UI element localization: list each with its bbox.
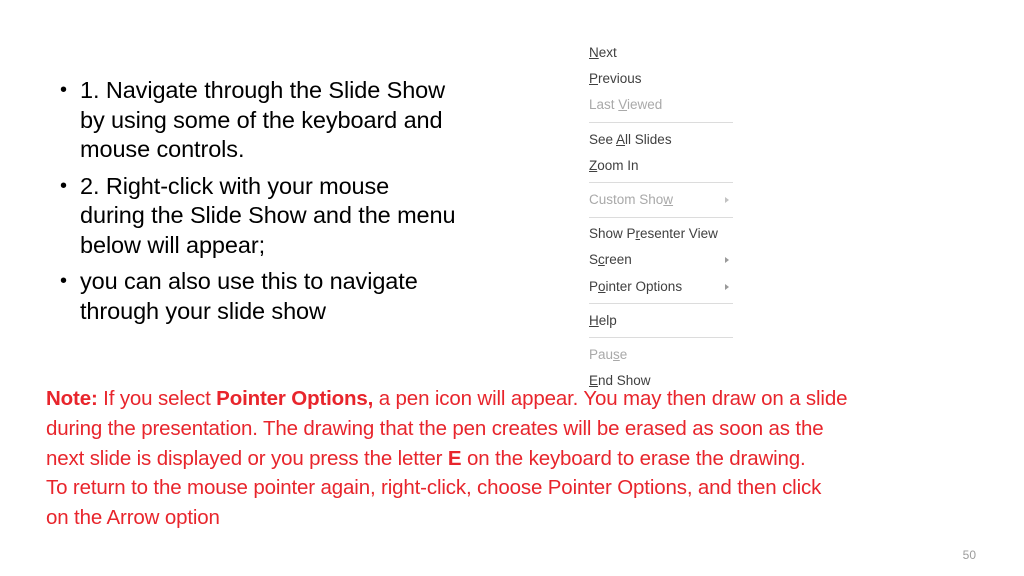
bullet-item: • 1. Navigate through the Slide Show by u… [60, 76, 460, 165]
menu-item-label: Last Viewed [589, 97, 663, 113]
menu-item-last-viewed: Last Viewed [583, 92, 735, 118]
menu-item-custom-show: Custom Show [583, 187, 735, 213]
bullet-glyph-icon: • [60, 174, 67, 197]
menu-item-label: Previous [589, 71, 642, 87]
submenu-arrow-icon [725, 257, 729, 264]
note-line: on the Arrow option [46, 503, 946, 533]
menu-item-label: Help [589, 312, 617, 328]
menu-item-screen[interactable]: Screen [583, 247, 735, 273]
menu-separator [589, 216, 733, 218]
menu-separator [589, 303, 733, 305]
note-text: If you select [97, 387, 217, 410]
bullet-item: • you can also use this to navigate throu… [60, 267, 460, 326]
slide-canvas: • 1. Navigate through the Slide Show by u… [0, 0, 1024, 576]
menu-item-help[interactable]: Help [583, 308, 735, 334]
bullet-text: 1. Navigate through the Slide Show by us… [80, 77, 446, 162]
menu-item-label: Next [589, 45, 617, 60]
note-text: next slide is displayed or you press the… [46, 446, 448, 470]
menu-separator [589, 182, 733, 184]
note-text: during the presentation. The drawing tha… [46, 416, 824, 440]
note-text: on the Arrow option [46, 506, 220, 530]
menu-item-previous[interactable]: Previous [583, 66, 735, 92]
note-text: on the keyboard to erase the drawing. [461, 446, 806, 470]
menu-item-label: Custom Show [589, 191, 674, 207]
note-emphasis: Pointer Options, [216, 387, 374, 410]
note-text: To return to the mouse pointer again, ri… [46, 476, 822, 500]
menu-item-label: Pointer Options [589, 278, 683, 294]
note-line: during the presentation. The drawing tha… [46, 414, 946, 444]
slide-number: 50 [962, 548, 976, 562]
bullet-glyph-icon: • [60, 270, 67, 292]
submenu-arrow-icon [725, 197, 729, 204]
menu-item-pause: Pause [583, 342, 735, 368]
menu-item-label: Show Presenter View [589, 226, 718, 242]
bullet-item: • 2. Right-click with your mouse during t… [60, 172, 460, 261]
slideshow-context-menu[interactable]: Next Previous Last Viewed See All Slides Zoo… [583, 40, 735, 394]
bullet-text: 2. Right-click with your mouse during th… [80, 172, 456, 258]
note-line: next slide is displayed or you press the… [46, 444, 946, 474]
menu-separator [589, 337, 733, 339]
menu-item-zoom-in[interactable]: Zoom In [583, 153, 735, 179]
submenu-arrow-icon [725, 283, 729, 290]
note-line: Note: If you select Pointer Options, a p… [46, 384, 946, 414]
menu-separator [589, 122, 733, 124]
menu-item-label: See All Slides [589, 131, 672, 147]
menu-item-show-presenter-view[interactable]: Show Presenter View [583, 221, 735, 247]
menu-item-see-all-slides[interactable]: See All Slides [583, 127, 735, 153]
note-line: To return to the mouse pointer again, ri… [46, 473, 946, 503]
menu-item-label: Pause [589, 346, 628, 362]
note-text: a pen icon will appear. You may then dra… [373, 387, 848, 410]
menu-item-label: Zoom In [589, 157, 639, 173]
menu-item-next[interactable]: Next [583, 40, 735, 66]
bullet-glyph-icon: • [60, 79, 67, 101]
note-paragraph: Note: If you select Pointer Options, a p… [46, 384, 946, 533]
menu-item-pointer-options[interactable]: Pointer Options [583, 274, 735, 300]
menu-item-label: Screen [589, 252, 632, 268]
note-emphasis: E [447, 446, 462, 470]
bullet-text: you can also use this to navigate throug… [80, 268, 418, 324]
note-emphasis: Note: [46, 387, 98, 410]
bullet-list: • 1. Navigate through the Slide Show by u… [60, 76, 460, 333]
